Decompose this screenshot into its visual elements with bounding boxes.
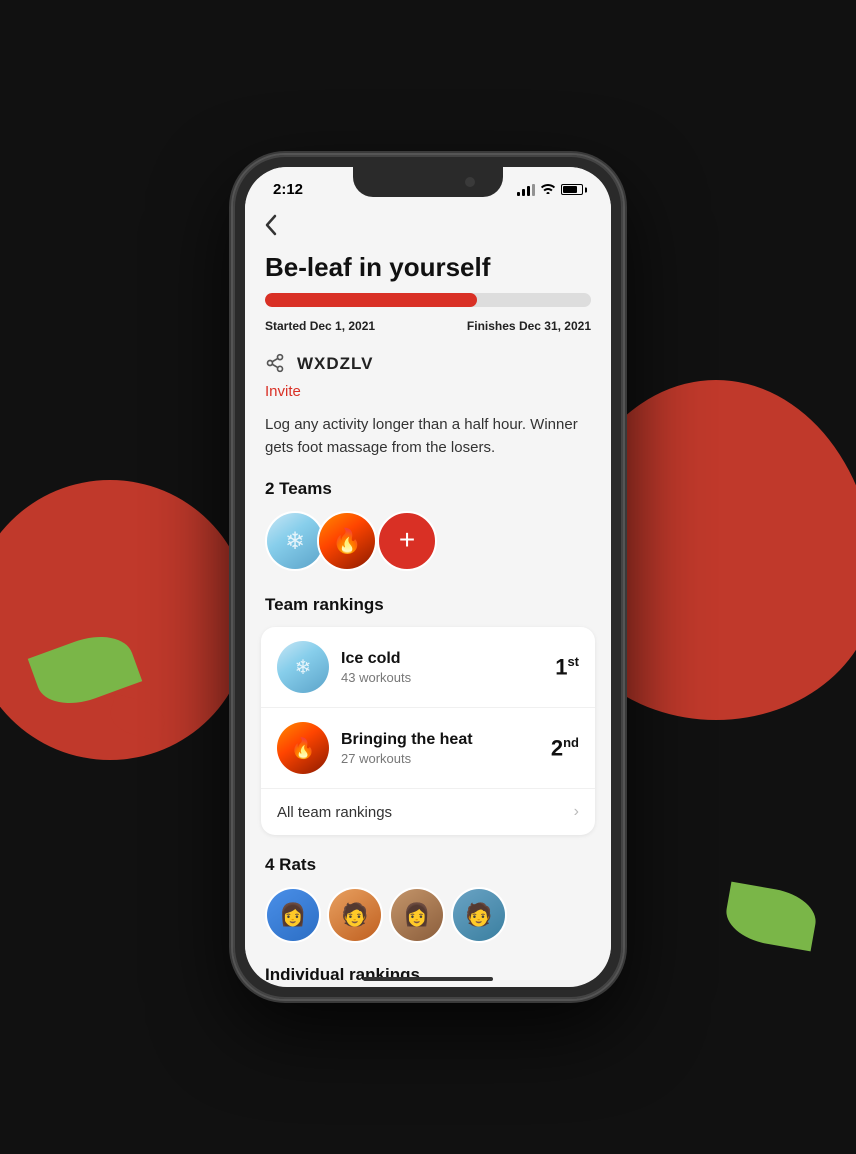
team-avatar-fire[interactable]: 🔥 xyxy=(317,511,377,571)
team-ranking-row-1[interactable]: ❄ Ice cold 43 workouts 1st xyxy=(261,627,595,708)
scene: 2:12 xyxy=(0,0,856,1154)
ice-rank-symbol: ❄ xyxy=(295,655,312,680)
team-workouts-fire: 27 workouts xyxy=(341,751,539,766)
page-title: Be-leaf in yourself xyxy=(245,246,611,293)
team-ranking-row-2[interactable]: 🔥 Bringing the heat 27 workouts 2nd xyxy=(261,708,595,789)
rat-avatar-4[interactable]: 🧑 xyxy=(451,887,507,943)
rat-avatar-3[interactable]: 👩 xyxy=(389,887,445,943)
team-rank-1: 1st xyxy=(555,654,579,680)
status-icons xyxy=(517,182,583,197)
teams-row: ❄ 🔥 + xyxy=(245,511,611,591)
team-name-ice: Ice cold xyxy=(341,650,543,668)
leaf-green-right xyxy=(722,882,820,952)
notch xyxy=(353,167,503,197)
team-rankings-header: Team rankings xyxy=(245,591,611,627)
add-team-button[interactable]: + xyxy=(377,511,437,571)
wifi-icon xyxy=(540,182,556,197)
team-avatar-ice-rank: ❄ xyxy=(277,641,329,693)
team-info-ice: Ice cold 43 workouts xyxy=(341,650,543,685)
rat-avatar-1[interactable]: 👩 xyxy=(265,887,321,943)
team-name-fire: Bringing the heat xyxy=(341,731,539,749)
add-icon: + xyxy=(399,526,415,554)
team-rankings-card: ❄ Ice cold 43 workouts 1st xyxy=(261,627,595,835)
share-icon xyxy=(265,353,287,375)
camera xyxy=(465,177,475,187)
team-rank-2: 2nd xyxy=(551,735,579,761)
phone-shell: 2:12 xyxy=(233,155,623,999)
team-avatar-ice[interactable]: ❄ xyxy=(265,511,325,571)
fire-rank-symbol: 🔥 xyxy=(291,736,316,761)
team-avatar-fire-rank: 🔥 xyxy=(277,722,329,774)
back-button[interactable] xyxy=(245,204,611,246)
code-row: WXDZLV xyxy=(245,347,611,379)
status-time: 2:12 xyxy=(273,181,303,198)
team-workouts-ice: 43 workouts xyxy=(341,670,543,685)
ice-symbol: ❄ xyxy=(285,527,305,556)
screen-content[interactable]: Be-leaf in yourself Started Dec 1, 2021 … xyxy=(245,204,611,980)
progress-track xyxy=(265,293,591,307)
signal-icon xyxy=(517,184,535,196)
all-rankings-row[interactable]: All team rankings › xyxy=(261,789,595,835)
invite-link[interactable]: Invite xyxy=(245,379,611,414)
teams-section-header: 2 Teams xyxy=(245,475,611,511)
fire-symbol: 🔥 xyxy=(332,527,362,556)
started-date: Started Dec 1, 2021 xyxy=(265,319,375,333)
chevron-right-icon: › xyxy=(574,803,579,821)
progress-container xyxy=(245,293,611,315)
progress-fill xyxy=(265,293,477,307)
team-info-fire: Bringing the heat 27 workouts xyxy=(341,731,539,766)
home-indicator xyxy=(363,977,493,981)
all-rankings-label: All team rankings xyxy=(277,804,392,821)
rat-avatar-2[interactable]: 🧑 xyxy=(327,887,383,943)
rats-section-header: 4 Rats xyxy=(245,839,611,887)
rats-row: 👩 🧑 👩 🧑 xyxy=(245,887,611,961)
battery-icon xyxy=(561,184,583,195)
description: Log any activity longer than a half hour… xyxy=(245,414,611,475)
finishes-date: Finishes Dec 31, 2021 xyxy=(467,319,591,333)
dates-row: Started Dec 1, 2021 Finishes Dec 31, 202… xyxy=(245,315,611,347)
code-text: WXDZLV xyxy=(297,354,374,374)
phone-screen: 2:12 xyxy=(245,167,611,987)
